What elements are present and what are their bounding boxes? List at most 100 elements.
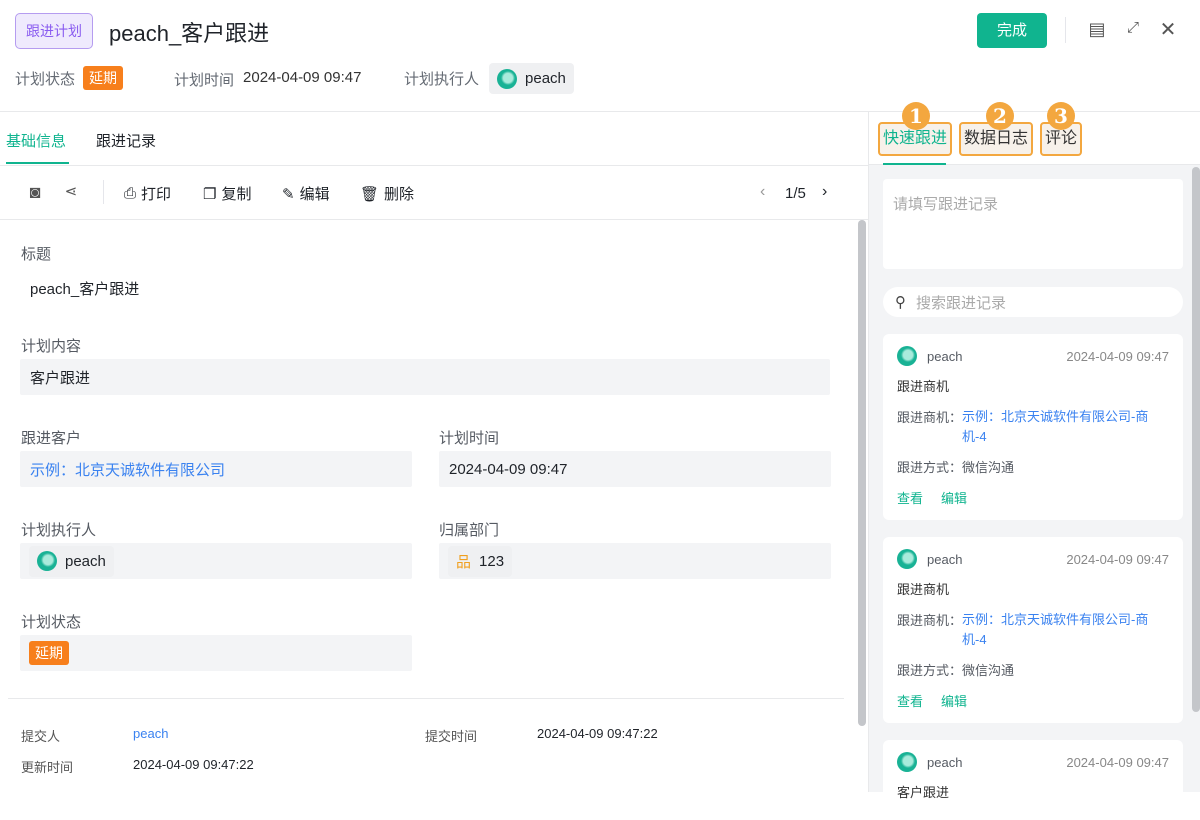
content-value: 客户跟进 [30,369,91,387]
scrollbar[interactable] [858,220,866,726]
owner-name: peach [65,552,106,570]
field-label: 归属部门 [439,522,500,539]
field-label: 标题 [21,246,52,263]
submit-time-label: 提交时间 [425,729,478,744]
department-value: 123 [479,552,505,570]
opp-link[interactable]: 示例：北京天诚软件有限公司-商机-4 [962,407,1169,447]
field-label: 计划执行人 [21,522,97,539]
opp-label: 跟进商机： [897,410,963,425]
tab-label: 评论 [1045,130,1078,147]
activity-panel: 1 快速跟进 2 数据日志 3 评论 请填写跟进记录 ⚲ 搜索跟进记录 peach 202… [868,102,1200,820]
customer-link[interactable]: 示例：北京天诚软件有限公司 [30,459,225,480]
tab-data-log[interactable]: 2 数据日志 [959,102,1034,156]
plan-time-field: 2024-04-09 09:47 [439,451,831,487]
record-user: peach [927,551,963,567]
record-user: peach [927,754,963,770]
edit-link[interactable]: 编辑 [941,488,967,507]
page-title: peach_客户跟进 [109,21,270,46]
step-badge: 3 [1047,102,1075,130]
record-title: 跟进商机 [897,582,950,597]
org-chart-icon: 品 [456,553,472,571]
method-label: 跟进方式： [897,663,963,678]
time-value: 2024-04-09 09:47 [243,69,362,86]
step-badge: 1 [902,102,930,130]
view-link[interactable]: 查看 [897,691,923,710]
next-chevron-icon[interactable]: › [822,183,827,201]
field-label: 计划时间 [439,430,500,447]
done-button[interactable]: 完成 [977,13,1047,48]
avatar [37,551,57,571]
edit-button[interactable]: ✎ 编辑 [282,183,330,204]
active-tab-indicator [883,163,946,165]
avatar [497,68,518,89]
search-input[interactable]: ⚲ 搜索跟进记录 [883,287,1183,317]
update-time-label: 更新时间 [21,760,74,775]
tab-label: 数据日志 [964,130,1029,147]
copy-button[interactable]: ❐ 复制 [203,183,251,204]
submitter-link[interactable]: peach [133,726,168,741]
print-button[interactable]: ⎙ 打印 [124,183,171,204]
record-card: peach 2024-04-09 09:47 跟进商机 跟进商机： 示例：北京天诚软… [883,334,1183,520]
plan-time-value: 2024-04-09 09:47 [449,460,568,478]
owner-chip[interactable]: peach [29,545,114,577]
status-badge: 延期 [29,641,69,665]
method-label: 跟进方式： [897,460,963,475]
owner-meta: 计划执行人 peach [404,63,574,94]
owner-label: 计划执行人 [404,71,480,88]
divider [1065,17,1066,43]
search-placeholder: 搜索跟进记录 [916,294,1007,312]
title-value: peach_客户跟进 [30,281,140,298]
expand-icon[interactable]: ⤢ [1122,19,1144,36]
side-panel-icon[interactable]: ▤ [1086,19,1108,40]
tab-basic-info[interactable]: 基础信息 [6,130,66,151]
share-icon[interactable]: ⋖ [60,182,82,200]
tabs-divider [0,165,868,166]
delete-label: 删除 [384,186,415,203]
view-link[interactable]: 查看 [897,488,923,507]
status-meta: 计划状态 延期 [15,66,124,90]
status-label: 计划状态 [15,70,76,88]
pager: 1/5 [785,185,806,202]
owner-field: peach [20,543,412,579]
status-field: 延期 [20,635,412,671]
opp-link[interactable]: 示例：北京天诚软件有限公司-商机-4 [962,610,1169,650]
record-time: 2024-04-09 09:47 [1066,551,1169,567]
tab-comments[interactable]: 3 评论 [1040,102,1083,156]
scrollbar[interactable] [1192,167,1200,712]
search-icon: ⚲ [895,294,906,311]
prev-chevron-icon[interactable]: ‹ [760,183,765,201]
tab-follow-records[interactable]: 跟进记录 [96,130,156,151]
copy-icon: ❐ [203,185,217,203]
close-icon[interactable]: ✕ [1157,17,1179,42]
customer-field: 示例：北京天诚软件有限公司 [20,451,412,487]
time-label: 计划时间 [174,72,235,89]
record-time: 2024-04-09 09:47 [1066,754,1169,770]
record-card: peach 2024-04-09 09:47 客户跟进 [883,740,1183,820]
record-user: peach [927,348,963,364]
step-badge: 2 [986,102,1014,130]
time-meta: 计划时间 2024-04-09 09:47 [174,69,361,90]
footer-divider [8,698,844,699]
divider [103,180,104,204]
copy-label: 复制 [221,186,252,203]
avatar [897,549,917,569]
department-field: 品 123 [439,543,831,579]
status-badge: 延期 [83,66,124,90]
avatar [897,346,917,366]
edit-link[interactable]: 编辑 [941,691,967,710]
active-tab-indicator [6,162,69,164]
edit-label: 编辑 [299,186,330,203]
owner-chip[interactable]: peach [489,63,574,94]
tab-quick-follow[interactable]: 1 快速跟进 [878,102,953,156]
delete-button[interactable]: 🗑 删除 [360,183,414,204]
opp-label: 跟进商机： [897,613,963,628]
update-time-value: 2024-04-09 09:47:22 [133,757,254,772]
content-field: 客户跟进 [20,359,830,395]
record-time: 2024-04-09 09:47 [1066,348,1169,364]
tab-label: 快速跟进 [883,130,948,147]
preview-icon[interactable]: ◙ [24,182,46,203]
record-title: 跟进商机 [897,379,950,394]
toolbar-divider [0,219,868,220]
follow-record-textarea[interactable]: 请填写跟进记录 [883,179,1183,269]
field-label: 计划内容 [21,338,82,355]
